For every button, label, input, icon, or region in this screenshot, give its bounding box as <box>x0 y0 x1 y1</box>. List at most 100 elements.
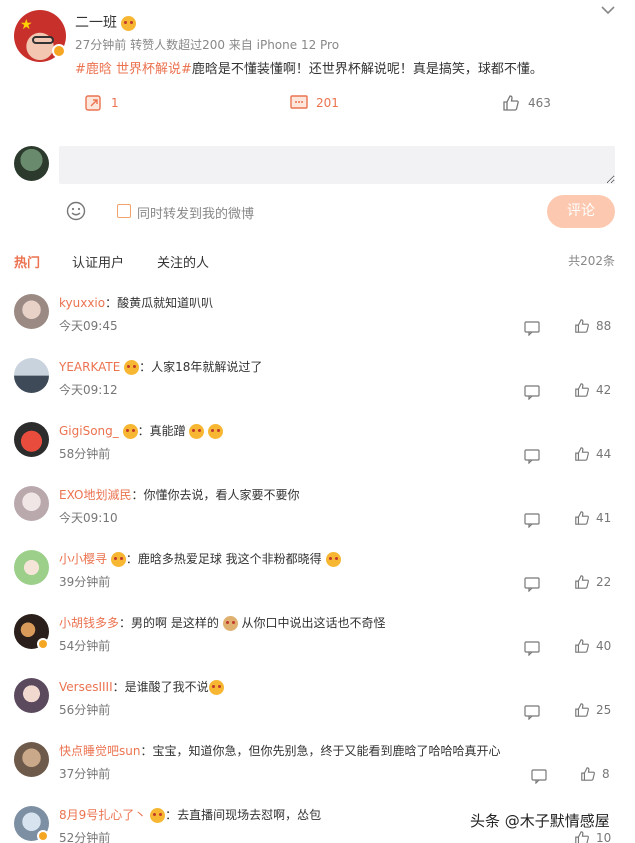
comment-like-count: 44 <box>596 447 612 461</box>
thumbs-up-icon <box>575 831 589 843</box>
commenter-name[interactable]: 小胡钱多多 <box>59 616 119 630</box>
vip-emoji-icon <box>122 424 138 439</box>
comment-text: ：去直播间现场去怼啊，怂包 <box>165 808 322 822</box>
comment-button[interactable]: 201 <box>290 94 339 112</box>
submit-comment-button[interactable]: 评论 <box>547 195 615 228</box>
comment-like-button[interactable]: 41 <box>574 510 611 526</box>
comment-like-button[interactable]: 22 <box>574 574 611 590</box>
post-topic-link[interactable]: #鹿晗 世界杯解说# <box>75 62 192 77</box>
commenter-avatar[interactable] <box>14 358 49 393</box>
vip-emoji-icon <box>150 808 166 823</box>
thumbs-up-icon <box>575 447 589 461</box>
comment-item: kyuxxio：酸黄瓜就知道叭叭 今天09:45 88 <box>0 294 635 358</box>
reply-icon[interactable] <box>524 320 540 336</box>
comment-tabs: 热门 认证用户 关注的人 共202条 <box>0 252 635 272</box>
comment-like-count: 22 <box>596 575 612 589</box>
commenter-name[interactable]: VersesIIII <box>59 680 113 694</box>
repost-button[interactable]: 1 <box>85 94 119 112</box>
comment-line: YEARKATE ：人家18年就解说过了 <box>59 358 262 375</box>
comment-item: 小胡钱多多：男的啊 是这样的 从你口中说出这话也不奇怪 54分钟前 40 <box>0 614 635 678</box>
commenter-avatar[interactable] <box>14 486 49 521</box>
comment-text: ：是谁酸了我不说 <box>112 680 209 694</box>
vip-emoji-icon <box>124 360 140 375</box>
tongue-emoji-icon <box>189 424 205 439</box>
thumbs-up-icon <box>503 95 519 111</box>
reply-icon[interactable] <box>524 640 540 656</box>
commenter-avatar[interactable] <box>14 742 49 777</box>
post-text: #鹿晗 世界杯解说#鹿晗是不懂装懂啊！还世界杯解说呢！真是搞笑，球都不懂。 <box>75 58 543 77</box>
tab-verified[interactable]: 认证用户 <box>72 252 124 271</box>
my-avatar[interactable] <box>14 146 49 181</box>
commenter-avatar[interactable] <box>14 678 49 713</box>
comment-time: 37分钟前 <box>59 767 111 781</box>
commenter-avatar[interactable] <box>14 422 49 457</box>
comment-like-count: 40 <box>596 639 612 653</box>
post-meta: 27分钟前 转赞人数超过200 来自 iPhone 12 Pro <box>75 38 340 52</box>
thumbs-up-icon <box>575 575 589 589</box>
comment-count: 201 <box>316 96 339 110</box>
comment-like-count: 42 <box>596 383 612 397</box>
repost-checkbox-label: 同时转发到我的微博 <box>137 207 255 222</box>
tab-following[interactable]: 关注的人 <box>157 252 209 271</box>
comment-text: ：真能蹭 <box>137 424 186 438</box>
watermark-text: 头条 @木子默情感屋 <box>470 812 610 830</box>
comment-text-continued: 从你口中说出这话也不奇怪 <box>241 616 386 630</box>
tab-hot[interactable]: 热门 <box>14 252 40 271</box>
comment-like-button[interactable]: 42 <box>574 382 611 398</box>
commenter-avatar[interactable] <box>14 294 49 329</box>
weibo-post: ★ 二一班 27分钟前 转赞人数超过200 来自 iPhone 12 Pro #… <box>0 0 635 130</box>
crying-emoji-icon <box>325 552 341 567</box>
vip-emoji-icon <box>110 552 126 567</box>
comment-input[interactable] <box>59 146 615 184</box>
comment-like-count: 25 <box>596 703 612 717</box>
verified-badge-icon <box>37 638 49 650</box>
comment-like-button[interactable]: 8 <box>580 766 610 782</box>
comment-text: ：人家18年就解说过了 <box>139 360 263 374</box>
repost-checkbox[interactable] <box>117 204 131 218</box>
comment-text: ：你懂你去说，看人家要不要你 <box>131 488 300 502</box>
comment-total: 共202条 <box>568 254 615 268</box>
commenter-name[interactable]: 8月9号扎心了丶 <box>59 808 146 822</box>
comment-like-button[interactable]: 88 <box>574 318 611 334</box>
comment-time: 今天09:45 <box>59 319 118 333</box>
comment-like-count: 41 <box>596 511 612 525</box>
thumbs-up-icon <box>575 511 589 525</box>
verified-badge-icon <box>52 44 66 58</box>
comment-line: 小胡钱多多：男的啊 是这样的 从你口中说出这话也不奇怪 <box>59 614 386 631</box>
comment-time: 52分钟前 <box>59 831 111 843</box>
commenter-name[interactable]: YEARKATE <box>59 360 120 374</box>
post-author[interactable]: 二一班 <box>75 12 137 32</box>
comment-time: 今天09:12 <box>59 383 118 397</box>
repost-icon <box>85 95 101 111</box>
comment-like-button[interactable]: 25 <box>574 702 611 718</box>
commenter-name[interactable]: kyuxxio <box>59 296 105 310</box>
comment-like-count: 88 <box>596 319 612 333</box>
comment-like-button[interactable]: 44 <box>574 446 611 462</box>
thumbs-up-icon <box>581 767 595 781</box>
commenter-name[interactable]: 快点睡觉吧sun <box>59 744 140 758</box>
reply-icon[interactable] <box>524 576 540 592</box>
post-author-name[interactable]: 二一班 <box>75 15 117 31</box>
comment-like-button[interactable]: 10 <box>574 830 611 843</box>
commenter-name[interactable]: EXO地划滅民 <box>59 488 131 502</box>
like-button[interactable]: 463 <box>502 94 551 112</box>
emoji-smile-icon[interactable] <box>66 201 86 221</box>
commenter-name[interactable]: GigiSong_ <box>59 424 119 438</box>
reply-icon[interactable] <box>524 384 540 400</box>
commenter-name[interactable]: 小小樱寻 <box>59 552 107 566</box>
comment-time: 今天09:10 <box>59 511 118 525</box>
reply-icon[interactable] <box>524 704 540 720</box>
comment-time: 58分钟前 <box>59 447 111 461</box>
star-icon: ★ <box>20 17 33 33</box>
comment-line: EXO地划滅民：你懂你去说，看人家要不要你 <box>59 486 300 503</box>
reply-icon[interactable] <box>524 448 540 464</box>
comment-icon <box>290 95 308 109</box>
comment-time: 39分钟前 <box>59 575 111 589</box>
comment-like-button[interactable]: 40 <box>574 638 611 654</box>
reply-icon[interactable] <box>531 768 547 784</box>
commenter-avatar[interactable] <box>14 550 49 585</box>
post-body: 鹿晗是不懂装懂啊！还世界杯解说呢！真是搞笑，球都不懂。 <box>191 62 543 77</box>
reply-icon[interactable] <box>524 512 540 528</box>
chevron-down-icon[interactable] <box>601 0 615 19</box>
comment-text: ：男的啊 是这样的 <box>119 616 219 630</box>
